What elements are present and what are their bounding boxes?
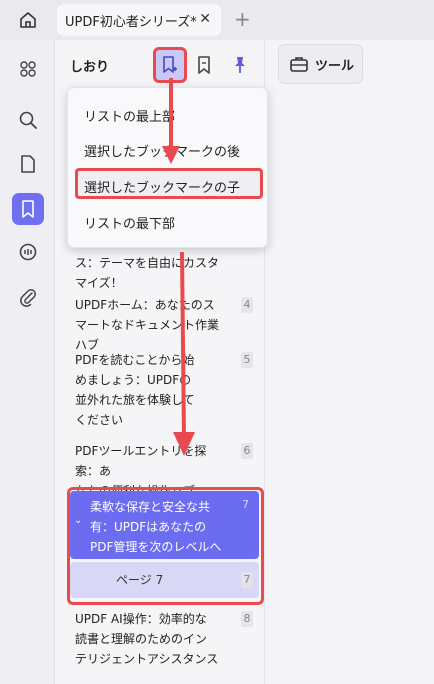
bookmark-item[interactable]: PDFを読むことから始 めましょう：UPDFの 並外れた旅を体験して ください … — [75, 350, 253, 430]
pages-button[interactable] — [12, 148, 44, 180]
menu-item-after[interactable]: 選択したブックマークの後 — [84, 141, 240, 160]
bookmark-line: めましょう：UPDFの — [75, 373, 192, 387]
bookmark-line: マートなドキュメント作業ハブ — [75, 318, 220, 352]
bookmark-item[interactable]: UPDFホーム：あなたのス マートなドキュメント作業ハブ 4 — [75, 295, 253, 355]
bookmark-icon — [22, 200, 34, 218]
menu-item-top[interactable]: リストの最上部 — [84, 106, 175, 125]
home-icon — [20, 12, 36, 28]
bookmark-line: PDFツールエントリを探索：あ — [75, 444, 207, 478]
tab-close-icon[interactable]: ✕ — [199, 11, 211, 27]
tools-button[interactable]: ツール — [278, 44, 363, 84]
bookmark-line: ス：テーマを自由にカスタ — [75, 256, 220, 270]
bookmark-line: ください — [75, 413, 124, 427]
add-bookmark-button[interactable] — [153, 47, 187, 83]
bookmark-line: 読書と理解のためのイン — [75, 632, 208, 646]
bookmark-item[interactable]: UPDF AI操作：効率的な 読書と理解のためのイン テリジェントアシスタンス … — [75, 609, 253, 669]
tab-title: UPDF初心者シリーズ* — [65, 14, 197, 30]
bookmark-line: UPDF AI操作：効率的な — [75, 612, 207, 626]
bookmark-line: テリジェントアシスタンス — [75, 652, 219, 666]
toolbox-icon — [290, 57, 308, 72]
search-button[interactable] — [12, 104, 44, 136]
bookmark-item[interactable]: ス：テーマを自由にカスタ マイズ！ — [75, 253, 253, 293]
bookmarks-button[interactable] — [12, 193, 44, 225]
add-bookmark-icon — [163, 56, 177, 73]
pin-icon — [235, 57, 245, 73]
bookmark-outline-icon — [198, 56, 210, 74]
bookmark-line: PDFを読むことから始 — [75, 353, 195, 367]
panel-title: しおり — [70, 60, 110, 75]
search-icon — [19, 111, 37, 129]
menu-item-child[interactable]: 選択したブックマークの子 — [84, 177, 240, 196]
comment-icon — [19, 243, 37, 261]
bookmark-line: 並外れた旅を体験して — [75, 393, 195, 407]
page-number-badge: 6 — [241, 443, 253, 459]
left-rail — [0, 40, 55, 684]
tab-bar: UPDF初心者シリーズ* ✕ + — [0, 0, 434, 40]
page-number-badge: 8 — [241, 611, 253, 627]
pin-panel-button[interactable] — [229, 52, 251, 78]
highlight-box — [67, 487, 264, 605]
paperclip-icon — [20, 289, 36, 307]
comments-button[interactable] — [12, 236, 44, 268]
menu-item-bottom[interactable]: リストの最下部 — [84, 213, 175, 232]
attachments-button[interactable] — [12, 281, 44, 313]
document-tab[interactable]: UPDF初心者シリーズ* ✕ — [57, 4, 221, 36]
bookmark-line: マイズ！ — [75, 276, 123, 290]
new-tab-button[interactable]: + — [234, 8, 251, 30]
thumbnails-button[interactable] — [12, 53, 44, 85]
insert-position-menu: リストの最上部 選択したブックマークの後 選択したブックマークの子 リストの最下… — [67, 87, 268, 248]
page-number-badge: 4 — [241, 297, 253, 313]
grid-icon — [20, 61, 36, 77]
bookmark-line: UPDFホーム：あなたのス — [75, 298, 215, 312]
page-icon — [21, 155, 35, 173]
tools-label: ツール — [315, 58, 355, 74]
home-button[interactable] — [10, 6, 46, 34]
page-number-badge: 5 — [241, 352, 253, 368]
bookmark-options-button[interactable] — [193, 52, 215, 78]
